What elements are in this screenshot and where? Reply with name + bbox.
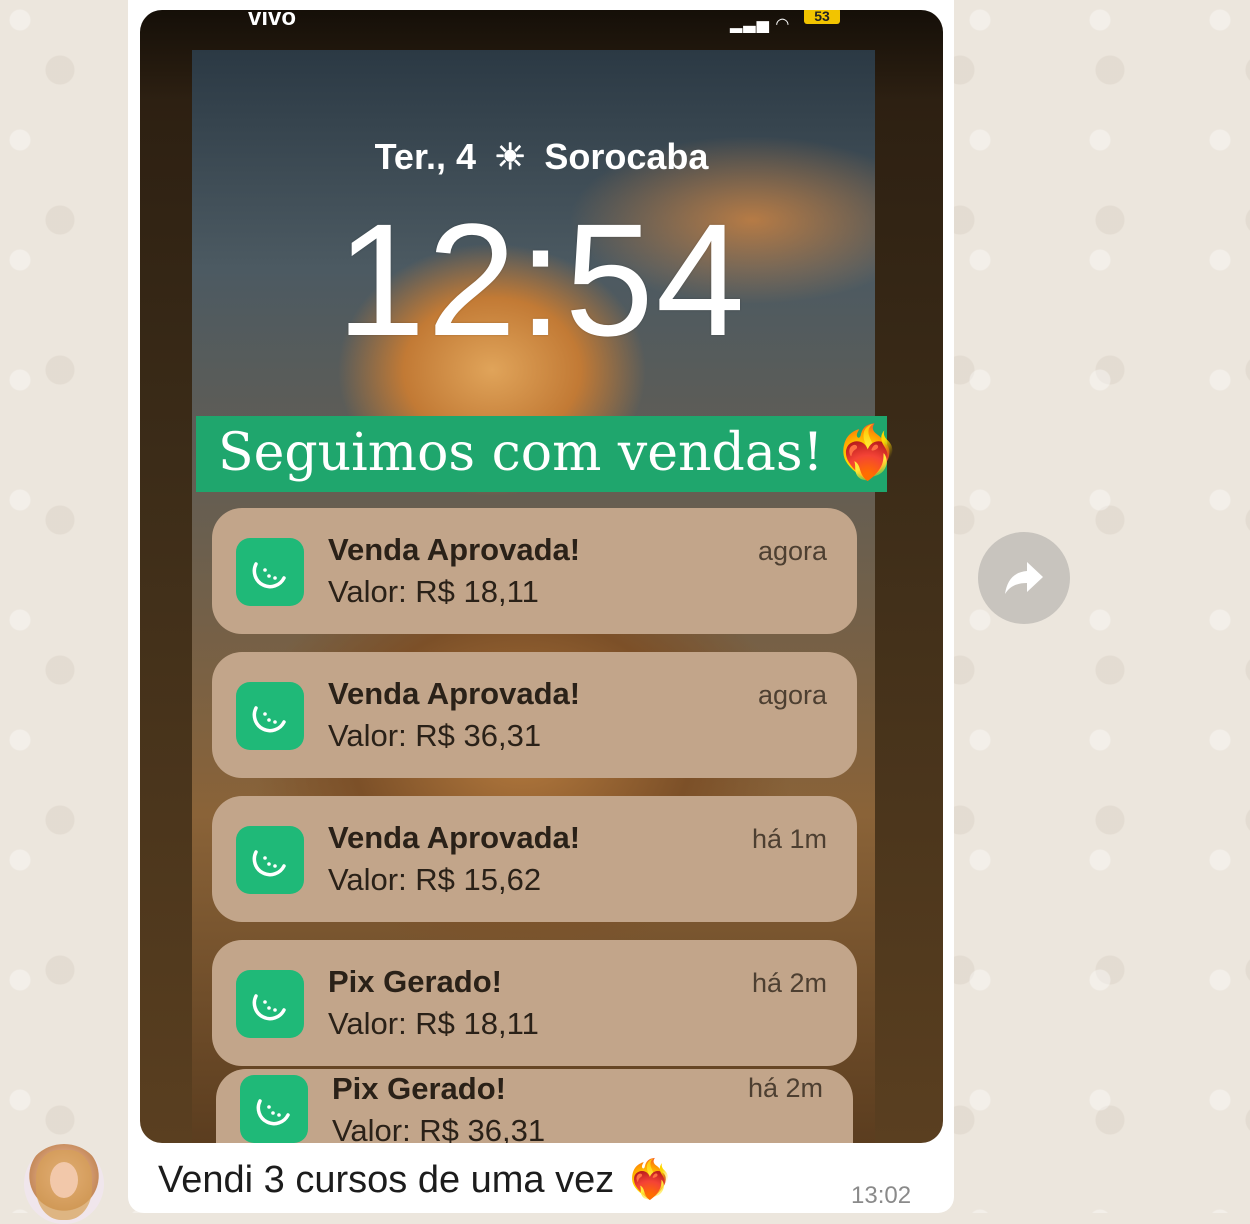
- sales-banner: Seguimos com vendas! ❤️‍🔥: [196, 416, 900, 492]
- notification-time: há 2m: [751, 968, 827, 998]
- message-text-label: Vendi 3 cursos de uma vez: [158, 1159, 615, 1201]
- notification-title: Venda Aprovada!: [328, 532, 581, 567]
- message-time: 13:02: [851, 1182, 912, 1209]
- notification-time: há 1m: [751, 824, 827, 854]
- message-text: Vendi 3 cursos de uma vez ❤️‍🔥: [158, 1158, 674, 1202]
- lockscreen-clock: 12:54: [336, 190, 747, 369]
- city-label: Sorocaba: [544, 136, 709, 177]
- notification-value: Valor: R$ 36,31: [332, 1113, 546, 1143]
- banner-text: Seguimos com vendas!: [218, 423, 824, 483]
- notification-value: Valor: R$ 15,62: [328, 862, 542, 897]
- notification[interactable]: Venda Aprovada! Valor: R$ 15,62 há 1m: [212, 796, 857, 922]
- carrier-label: vivo: [248, 10, 297, 31]
- lockscreen-date: Ter., 4 ☀ Sorocaba: [140, 136, 943, 178]
- notification[interactable]: Venda Aprovada! Valor: R$ 36,31 agora: [212, 652, 857, 778]
- notification-title: Pix Gerado!: [332, 1071, 506, 1106]
- sun-icon: ☀: [494, 136, 527, 177]
- melon-slice-icon: [236, 682, 304, 750]
- notification[interactable]: Pix Gerado! Valor: R$ 36,31 há 2m: [216, 1069, 853, 1143]
- notification[interactable]: Venda Aprovada! Valor: R$ 18,11 agora: [212, 508, 857, 634]
- forward-arrow-icon: [1005, 562, 1043, 594]
- shared-image[interactable]: vivo ▂▃▅ ◠ 53 Ter., 4 ☀ Sorocaba 12:54 S…: [140, 10, 943, 1143]
- melon-slice-icon: [236, 970, 304, 1038]
- notification-time: agora: [757, 680, 827, 710]
- melon-slice-icon: [240, 1075, 308, 1143]
- signal-wifi-icon: ▂▃▅ ◠: [730, 16, 791, 33]
- notification-title: Pix Gerado!: [328, 964, 502, 999]
- battery-icon: 53: [804, 10, 840, 24]
- fire-heart-icon: ❤️‍🔥: [626, 1159, 674, 1201]
- contact-avatar[interactable]: [24, 1144, 104, 1224]
- notification-title: Venda Aprovada!: [328, 676, 581, 711]
- fire-heart-icon: ❤️‍🔥: [835, 423, 901, 483]
- notification-value: Valor: R$ 18,11: [328, 574, 539, 609]
- notification-time: há 2m: [747, 1073, 823, 1103]
- forward-button[interactable]: [978, 532, 1070, 624]
- notification-value: Valor: R$ 36,31: [328, 718, 542, 753]
- notification[interactable]: Pix Gerado! Valor: R$ 18,11 há 2m: [212, 940, 857, 1066]
- notification-title: Venda Aprovada!: [328, 820, 581, 855]
- notification-time: agora: [757, 536, 827, 566]
- melon-slice-icon: [236, 826, 304, 894]
- date-label: Ter., 4: [374, 136, 476, 177]
- notification-value: Valor: R$ 18,11: [328, 1006, 539, 1041]
- status-bar: vivo ▂▃▅ ◠ 53: [140, 10, 943, 33]
- melon-slice-icon: [236, 538, 304, 606]
